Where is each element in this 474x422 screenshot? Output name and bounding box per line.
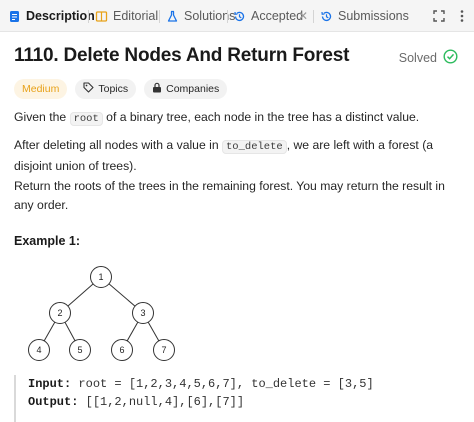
tab-submissions[interactable]: Submissions (320, 5, 409, 27)
example-input-line: Input: root = [1,2,3,4,5,6,7], to_delete… (28, 377, 374, 391)
tree-node-label: 2 (57, 308, 62, 318)
solved-status: Solved (399, 49, 458, 67)
inline-code: to_delete (222, 140, 287, 154)
flask-icon (166, 10, 179, 23)
example-tree-diagram: 1 2 3 4 5 6 7 (28, 266, 175, 361)
tree-node-label: 1 (98, 272, 103, 282)
tree-node-label: 5 (77, 345, 82, 355)
check-circle-icon (443, 49, 458, 67)
companies-button[interactable]: Companies (144, 79, 228, 99)
tab-editorial-label: Editorial (113, 9, 159, 23)
description-paragraph-2: After deleting all nodes with a value in… (14, 138, 434, 173)
tree-node-label: 6 (119, 345, 124, 355)
solved-label: Solved (398, 51, 437, 65)
tab-editorial[interactable]: Editorial (95, 5, 158, 27)
tab-bar: Description Editorial Solutions Accepted… (0, 0, 474, 32)
tree-node-label: 7 (161, 345, 166, 355)
topics-label: Topics (98, 83, 129, 95)
history-icon (320, 10, 333, 23)
description-paragraph-3: Return the roots of the trees in the rem… (14, 179, 445, 212)
tab-divider (313, 10, 314, 23)
tab-description-label: Description (26, 9, 95, 23)
tag-icon (83, 82, 94, 96)
example-title: Example 1: (14, 234, 81, 248)
tab-accepted[interactable]: Accepted (233, 5, 303, 27)
tag-row: Medium Topics Companies (14, 79, 228, 99)
document-icon (8, 10, 21, 23)
problem-title: 1110. Delete Nodes And Return Forest (14, 45, 350, 66)
tab-divider (159, 10, 160, 23)
tab-description[interactable]: Description (8, 5, 95, 27)
inline-code: root (69, 112, 103, 126)
tab-divider (88, 10, 89, 23)
tree-node-label: 4 (36, 345, 41, 355)
example-io-block: Input: root = [1,2,3,4,5,6,7], to_delete… (14, 375, 459, 422)
example-output-line: Output: [[1,2,null,4],[6],[7]] (28, 395, 245, 409)
book-icon (95, 10, 108, 23)
companies-label: Companies (166, 83, 220, 95)
tab-solutions[interactable]: Solutions (166, 5, 235, 27)
tab-submissions-label: Submissions (338, 9, 409, 23)
more-options-icon[interactable] (455, 9, 469, 23)
difficulty-badge: Medium (14, 79, 68, 99)
tree-node-label: 3 (140, 308, 145, 318)
close-tab-icon[interactable]: ✕ (298, 5, 308, 27)
history-icon (233, 10, 246, 23)
lock-icon (152, 82, 162, 96)
topics-button[interactable]: Topics (75, 79, 137, 99)
description-paragraph-1: Given the root of a binary tree, each no… (14, 110, 420, 126)
expand-icon[interactable] (432, 9, 446, 23)
tab-divider (227, 10, 228, 23)
tab-accepted-label: Accepted (251, 9, 304, 23)
